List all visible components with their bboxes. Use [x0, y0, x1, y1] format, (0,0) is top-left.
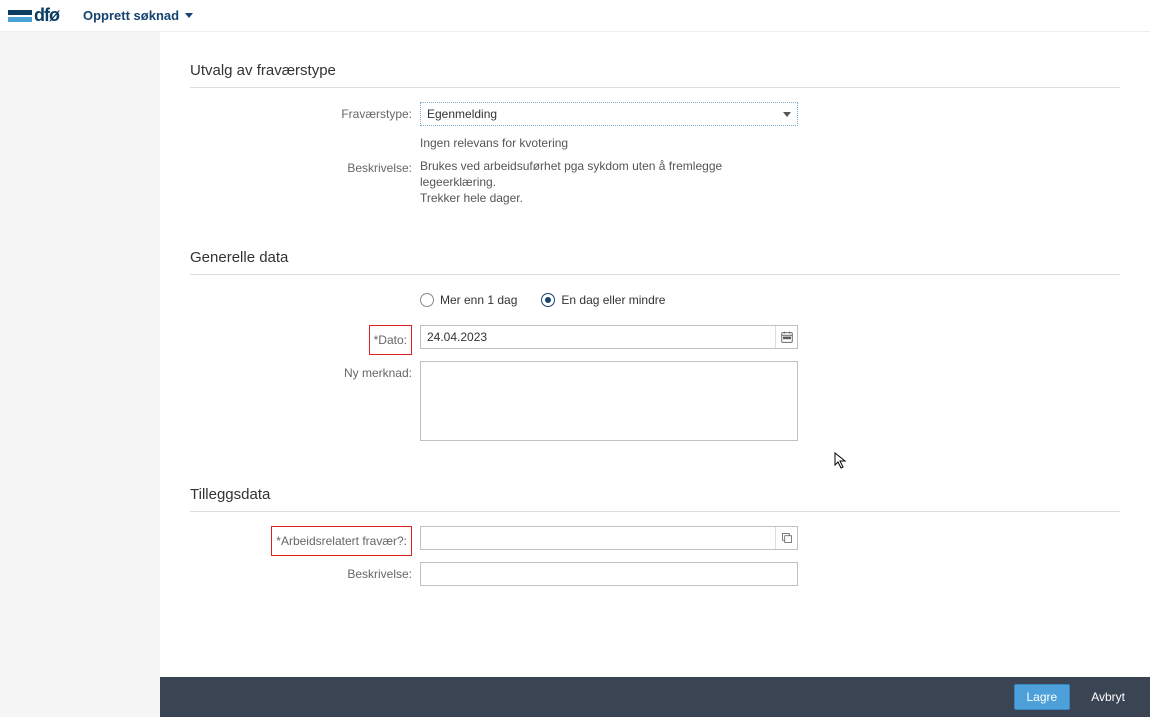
app-header: dfø Opprett søknad [0, 0, 1150, 32]
main-content: Utvalg av fraværstype Fraværstype: Egenm… [160, 32, 1150, 717]
radio-more-than-1-day[interactable]: Mer enn 1 dag [420, 293, 517, 307]
value-help-icon[interactable] [775, 527, 797, 549]
radio-icon [541, 293, 555, 307]
cursor-icon [834, 452, 848, 470]
date-input[interactable] [420, 325, 798, 349]
section-title-absence-type: Utvalg av fraværstype [190, 48, 1120, 88]
calendar-icon[interactable] [775, 326, 797, 348]
chevron-down-icon [185, 13, 193, 18]
work-related-label-wrapper: *Arbeidsrelatert fravær?: [190, 526, 420, 556]
radio-one-day-or-less[interactable]: En dag eller mindre [541, 293, 665, 307]
radio-more-label: Mer enn 1 dag [440, 293, 517, 307]
logo-text: dfø [34, 5, 59, 26]
page-title-text: Opprett søknad [83, 8, 179, 23]
note-label: Ny merknad: [190, 361, 420, 385]
absence-type-select[interactable]: Egenmelding [420, 102, 798, 126]
footer-toolbar: Lagre Avbryt [160, 677, 1150, 717]
date-label-wrapper: *Dato: [190, 325, 420, 355]
absence-type-value: Egenmelding [427, 107, 497, 121]
section-additional-data: Tilleggsdata *Arbeidsrelatert fravær?: B… [160, 472, 1150, 586]
logo: dfø [8, 5, 59, 26]
description-line-2: Trekker hele dager. [420, 190, 798, 206]
section-general-data: Generelle data Mer enn 1 dag En dag elle… [160, 235, 1150, 444]
note-textarea[interactable] [420, 361, 798, 441]
work-related-label: *Arbeidsrelatert fravær?: [271, 526, 412, 556]
cancel-button[interactable]: Avbryt [1078, 684, 1138, 710]
section-title-general-data: Generelle data [190, 235, 1120, 275]
page-title-dropdown[interactable]: Opprett søknad [83, 8, 193, 23]
section-title-additional-data: Tilleggsdata [190, 472, 1120, 512]
work-related-input[interactable] [420, 526, 798, 550]
chevron-down-icon [783, 112, 791, 117]
logo-bars-icon [8, 10, 32, 22]
absence-type-label: Fraværstype: [190, 102, 420, 126]
save-button[interactable]: Lagre [1014, 684, 1071, 710]
duration-radio-group: Mer enn 1 dag En dag eller mindre [420, 289, 798, 319]
description-line-1: Brukes ved arbeidsuførhet pga sykdom ute… [420, 158, 798, 190]
description-label-3: Beskrivelse: [190, 562, 420, 586]
quota-hint: Ingen relevans for kvotering [420, 126, 798, 150]
description-text: Brukes ved arbeidsuførhet pga sykdom ute… [420, 156, 798, 207]
date-label: *Dato: [369, 325, 412, 355]
radio-icon [420, 293, 434, 307]
radio-one-label: En dag eller mindre [561, 293, 665, 307]
description-label-1: Beskrivelse: [190, 156, 420, 180]
section-absence-type: Utvalg av fraværstype Fraværstype: Egenm… [160, 48, 1150, 207]
description-input[interactable] [420, 562, 798, 586]
